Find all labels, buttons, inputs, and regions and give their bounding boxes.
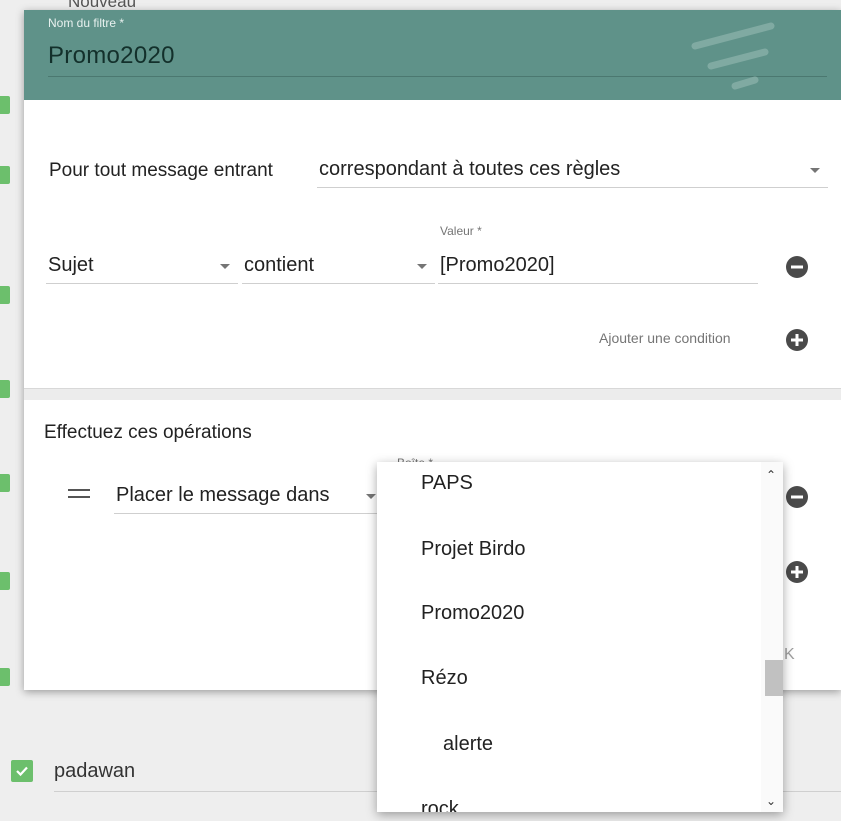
dropdown-option[interactable]: alerte	[443, 733, 493, 756]
condition-value-label: Valeur *	[440, 224, 482, 238]
minus-icon	[791, 495, 803, 499]
dropdown-arrow-icon	[810, 168, 820, 173]
action-type-select[interactable]: Placer le message dans	[114, 480, 384, 514]
dropdown-option[interactable]: Rézo	[421, 667, 468, 690]
dropdown-arrow-icon	[220, 264, 230, 269]
dropdown-option[interactable]: Promo2020	[421, 602, 524, 625]
match-mode-value: correspondant à toutes ces règles	[319, 158, 621, 180]
remove-condition-button[interactable]	[786, 256, 808, 278]
scrollbar-thumb[interactable]	[765, 660, 783, 696]
minus-icon	[791, 265, 803, 269]
scrollbar[interactable]: ⌃ ⌄	[761, 462, 783, 812]
condition-field-select[interactable]: Sujet	[46, 250, 238, 284]
checkbox[interactable]	[0, 286, 10, 304]
condition-value-text: [Promo2020]	[440, 254, 555, 276]
mailbox-dropdown-list[interactable]: PAPS Projet Birdo Promo2020 Rézo alerte …	[377, 462, 783, 812]
plus-icon	[791, 334, 803, 346]
condition-field-value: Sujet	[48, 254, 94, 276]
incoming-message-label: Pour tout message entrant	[49, 160, 273, 181]
filter-name-input[interactable]: Promo2020	[48, 42, 175, 70]
drag-handle-icon[interactable]	[68, 489, 90, 501]
remove-action-button[interactable]	[786, 486, 808, 508]
filter-icon	[691, 22, 775, 90]
scroll-down-icon[interactable]: ⌄	[766, 794, 776, 808]
condition-operator-select[interactable]: contient	[242, 250, 435, 284]
add-condition-button[interactable]	[786, 329, 808, 351]
condition-value-input[interactable]: [Promo2020]	[438, 250, 758, 284]
checkbox-checked[interactable]	[11, 760, 33, 782]
add-action-button[interactable]	[786, 561, 808, 583]
checkbox[interactable]	[0, 96, 10, 114]
scroll-up-icon[interactable]: ⌃	[766, 468, 776, 482]
dialog-header: Nom du filtre * Promo2020	[24, 10, 841, 100]
section-divider	[24, 388, 841, 400]
condition-operator-value: contient	[244, 254, 315, 276]
checkbox[interactable]	[0, 474, 10, 492]
operations-title: Effectuez ces opérations	[44, 422, 252, 443]
dropdown-arrow-icon	[417, 264, 427, 269]
checkmark-icon	[16, 766, 28, 777]
add-condition-label[interactable]: Ajouter une condition	[599, 330, 731, 346]
dropdown-option[interactable]: Projet Birdo	[421, 538, 526, 561]
checkbox[interactable]	[0, 668, 10, 686]
ok-button[interactable]: K	[784, 646, 795, 664]
plus-icon	[791, 566, 803, 578]
dropdown-arrow-icon	[366, 494, 376, 499]
dropdown-option[interactable]: rock	[421, 798, 459, 812]
match-mode-select[interactable]: correspondant à toutes ces règles	[317, 154, 828, 188]
dropdown-option[interactable]: PAPS	[421, 472, 473, 495]
checkbox[interactable]	[0, 380, 10, 398]
list-item-label: padawan	[54, 760, 136, 782]
filter-name-label: Nom du filtre *	[48, 16, 125, 30]
action-type-value: Placer le message dans	[116, 484, 330, 506]
checkbox[interactable]	[0, 572, 10, 590]
checkbox[interactable]	[0, 166, 10, 184]
